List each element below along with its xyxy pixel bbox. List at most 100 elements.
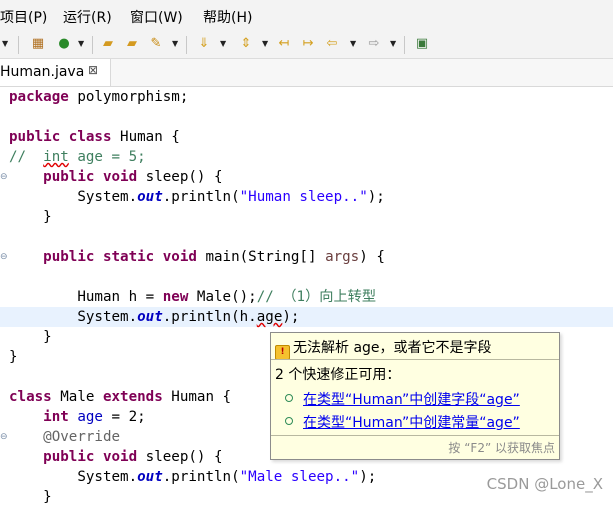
keyword: new — [162, 289, 189, 305]
code-text: .println(h. — [162, 309, 257, 325]
code-line: // int age = 5; — [9, 147, 146, 167]
previous-annotation-icon[interactable]: ↤ — [276, 36, 292, 52]
string-literal: "Male sleep.." — [239, 469, 360, 485]
code-line: System.out.println(h.age); — [9, 307, 299, 327]
code-text: } — [43, 209, 52, 225]
keyword: class — [9, 389, 52, 405]
keyword: void — [102, 449, 138, 465]
code-text: Human h = — [77, 289, 163, 305]
quick-fix-item[interactable]: 在类型“Human”中创建常量“age” — [285, 412, 520, 432]
last-edit-icon[interactable]: ↦ — [300, 36, 316, 52]
static-field: out — [137, 309, 163, 325]
menu-bar: 项目(P) 运行(R) 窗口(W) 帮助(H) — [0, 0, 613, 32]
step-dropdown-icon[interactable]: ▼ — [220, 37, 226, 51]
code-text: main(String[] — [196, 249, 326, 265]
menu-project[interactable]: 项目(P) — [0, 7, 47, 27]
quick-fix-count: 2 个快速修正可用： — [275, 367, 401, 383]
code-text: .println( — [162, 189, 240, 205]
keyword: public — [43, 169, 95, 185]
parameter: args — [325, 249, 360, 265]
editor-tab-strip: Human.java ⊠ — [0, 59, 613, 87]
debug-dropdown-icon[interactable]: ▼ — [2, 37, 8, 51]
code-text: = 2; — [102, 409, 146, 425]
open-console-icon[interactable]: ▣ — [414, 36, 430, 52]
code-text: } — [43, 489, 52, 505]
code-text: System. — [77, 469, 138, 485]
code-text: polymorphism; — [68, 89, 189, 105]
toolbar-separator — [18, 36, 19, 54]
toolbar-separator — [404, 36, 405, 54]
keyword: extends — [102, 389, 163, 405]
forward-dropdown-icon[interactable]: ▼ — [390, 37, 396, 51]
toolbar-separator — [186, 36, 187, 54]
pin-dropdown-icon[interactable]: ▼ — [172, 37, 178, 51]
keyword: public — [43, 449, 95, 465]
comment: // （1）向上转型 — [256, 289, 377, 305]
keyword: public — [9, 129, 61, 145]
code-line: @Override — [9, 427, 120, 447]
run-icon[interactable]: ● — [56, 36, 72, 52]
code-line: } — [9, 347, 18, 367]
fold-collapse-icon[interactable]: ⊖ — [0, 427, 9, 447]
quick-fix-create-constant-link[interactable]: 在类型“Human”中创建常量“age” — [303, 415, 520, 431]
keyword: public — [43, 249, 95, 265]
quick-fix-create-field-link[interactable]: 在类型“Human”中创建字段“age” — [303, 392, 520, 408]
code-text: ); — [367, 189, 385, 205]
code-line: } — [9, 207, 52, 227]
annotation: @Override — [43, 429, 121, 445]
code-line: public void sleep() { — [9, 167, 222, 187]
code-text: System. — [77, 189, 138, 205]
annotation-dropdown-icon[interactable]: ▼ — [262, 37, 268, 51]
keyword: int — [43, 409, 69, 425]
keyword: package — [9, 89, 69, 105]
code-line: } — [9, 487, 52, 507]
code-text: ) { — [359, 249, 385, 265]
package-icon[interactable]: ▦ — [30, 36, 46, 52]
tab-label: Human.java — [0, 64, 85, 80]
error-field-age[interactable]: age — [257, 309, 283, 325]
menu-run[interactable]: 运行(R) — [63, 7, 112, 27]
code-line: } — [9, 327, 52, 347]
keyword: static — [102, 249, 155, 265]
popup-divider — [271, 435, 559, 436]
string-literal: "Human sleep.." — [239, 189, 368, 205]
code-text: ); — [282, 309, 300, 325]
toolbar-separator — [92, 36, 93, 54]
open-folder-icon[interactable]: ▰ — [124, 36, 140, 52]
menu-window[interactable]: 窗口(W) — [130, 7, 183, 27]
step-into-icon[interactable]: ⇓ — [196, 36, 212, 52]
code-line: int age = 2; — [9, 407, 146, 427]
menu-help[interactable]: 帮助(H) — [203, 7, 252, 27]
run-dropdown-icon[interactable]: ▼ — [78, 37, 84, 51]
field: age — [77, 409, 103, 425]
quick-fix-popup: ! 无法解析 age，或者它不是字段 2 个快速修正可用： 在类型“Human”中… — [270, 332, 560, 460]
comment-int: int — [43, 149, 69, 165]
tab-human-java[interactable]: Human.java ⊠ — [0, 59, 111, 86]
code-text: } — [9, 349, 18, 365]
focus-hint: 按 “F2” 以获取焦点 — [448, 441, 555, 455]
code-line: System.out.println("Male sleep.."); — [9, 467, 376, 487]
static-field: out — [137, 469, 163, 485]
code-line: System.out.println("Human sleep.."); — [9, 187, 385, 207]
quick-fix-item[interactable]: 在类型“Human”中创建字段“age” — [285, 389, 520, 409]
code-line: package polymorphism; — [9, 87, 188, 107]
back-icon[interactable]: ⇦ — [324, 36, 340, 52]
pin-icon[interactable]: ✎ — [148, 36, 164, 52]
code-line: class Male extends Human { — [9, 387, 231, 407]
close-icon[interactable]: ⊠ — [88, 63, 98, 77]
back-dropdown-icon[interactable]: ▼ — [350, 37, 356, 51]
fold-collapse-icon[interactable]: ⊖ — [0, 247, 9, 267]
code-text: System. — [77, 309, 138, 325]
code-text: Male(); — [188, 289, 257, 305]
forward-icon[interactable]: ⇨ — [366, 36, 382, 52]
bullet-icon — [285, 394, 293, 402]
new-folder-icon[interactable]: ▰ — [100, 36, 116, 52]
keyword: void — [162, 249, 197, 265]
keyword: void — [102, 169, 138, 185]
comment: age = 5; — [68, 149, 146, 165]
code-line: public static void main(String[] args) { — [9, 247, 385, 267]
next-annotation-icon[interactable]: ⇕ — [238, 36, 254, 52]
fold-collapse-icon[interactable]: ⊖ — [0, 167, 9, 187]
code-line: public class Human { — [9, 127, 180, 147]
keyword: class — [68, 129, 112, 145]
